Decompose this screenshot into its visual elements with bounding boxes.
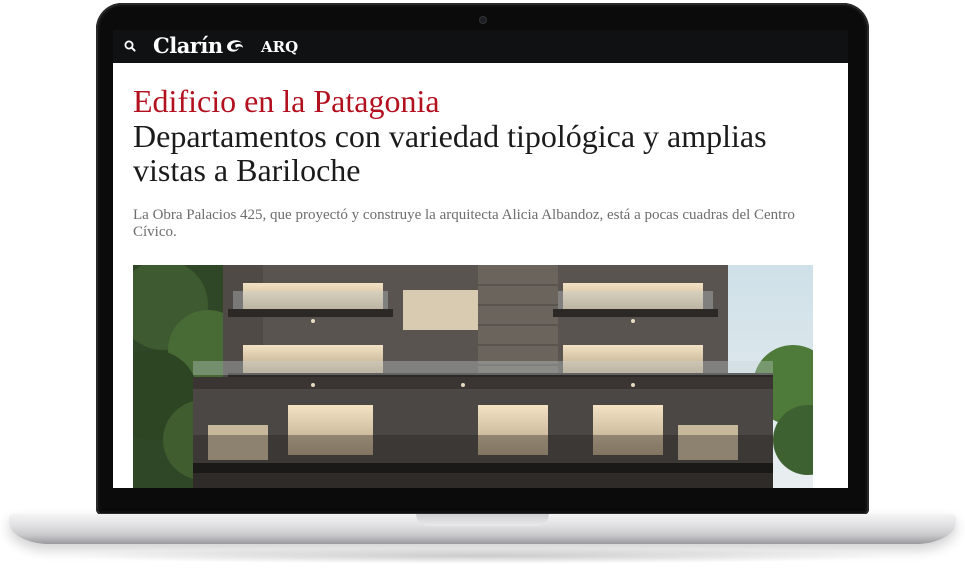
article-summary: La Obra Palacios 425, que proyectó y con… <box>133 207 795 240</box>
search-icon[interactable] <box>123 39 137 53</box>
browser-screen: Clarín ARQ Edificio en la Patagonia Depa… <box>113 30 848 488</box>
article-kicker: Edificio en la Patagonia <box>133 83 440 119</box>
section-link-arq[interactable]: ARQ <box>261 38 298 56</box>
clarin-logo-swirl-icon <box>226 39 243 52</box>
brand-name: Clarín <box>153 33 223 58</box>
site-header: Clarín ARQ <box>113 30 848 63</box>
camera-icon <box>479 16 487 24</box>
building-rendering <box>133 265 813 488</box>
hero-image <box>133 265 813 488</box>
laptop-shadow <box>60 548 905 564</box>
article-headline: Departamentos con variedad tipológica y … <box>133 118 767 188</box>
laptop-notch <box>416 514 549 526</box>
brand-logo[interactable]: Clarín <box>153 33 245 58</box>
